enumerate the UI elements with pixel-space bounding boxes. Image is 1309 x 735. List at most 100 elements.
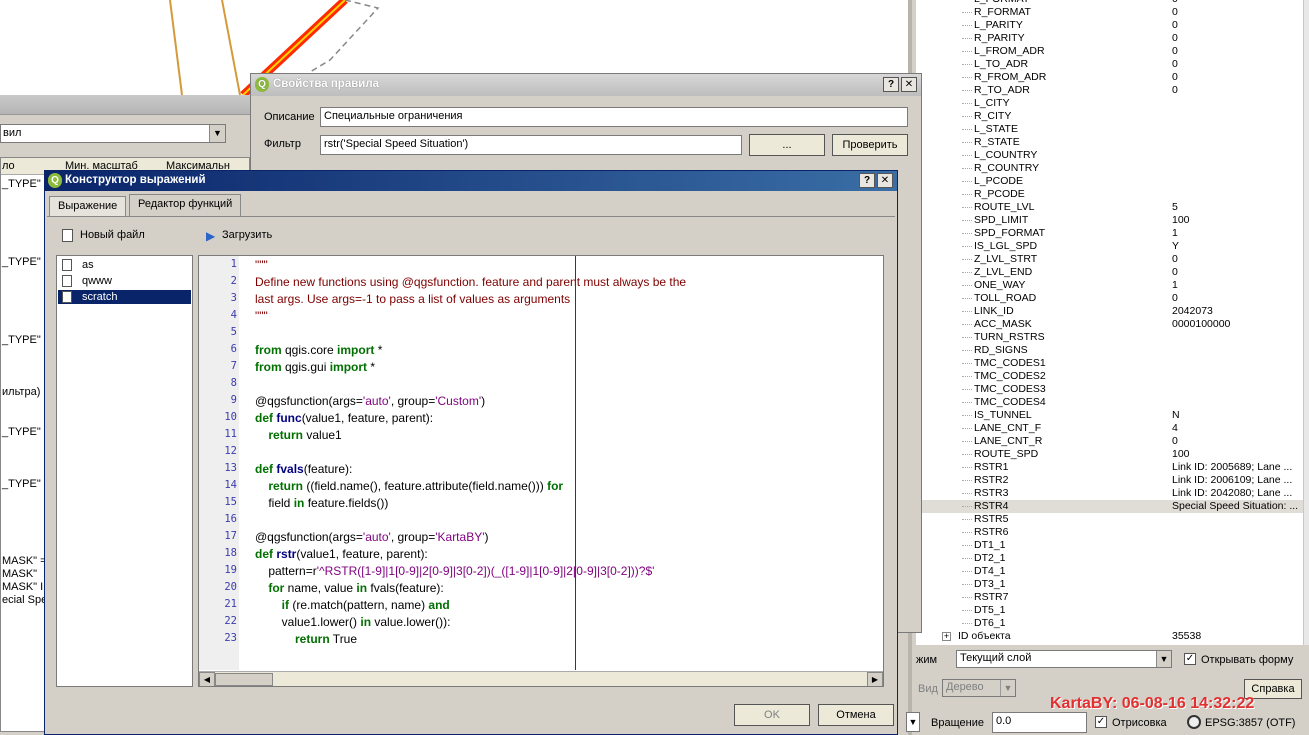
attribute-tree[interactable]: L_FORMAT0R_FORMAT0L_PARITY0R_PARITY0L_FR… bbox=[916, 0, 1309, 645]
code-line[interactable]: from qgis.gui import * bbox=[255, 360, 375, 374]
attribute-row[interactable]: R_CITY bbox=[916, 110, 1309, 123]
code-line[interactable]: def fvals(feature): bbox=[255, 462, 352, 476]
attribute-row[interactable]: IS_TUNNEL N bbox=[916, 409, 1309, 422]
attribute-row[interactable]: R_FROM_ADR 0 bbox=[916, 71, 1309, 84]
code-line[interactable]: def rstr(value1, feature, parent): bbox=[255, 547, 428, 561]
attribute-row[interactable]: L_COUNTRY bbox=[916, 149, 1309, 162]
attribute-row[interactable]: LANE_CNT_F 4 bbox=[916, 422, 1309, 435]
attribute-row[interactable]: R_STATE bbox=[916, 136, 1309, 149]
chevron-down-icon[interactable]: ▼ bbox=[1156, 651, 1171, 667]
code-line[interactable]: def func(value1, feature, parent): bbox=[255, 411, 433, 425]
attribute-row[interactable]: R_PCODE bbox=[916, 188, 1309, 201]
tab-function-editor[interactable]: Редактор функций bbox=[129, 194, 242, 217]
code-line[interactable]: return True bbox=[255, 632, 357, 646]
attribute-row[interactable]: L_STATE bbox=[916, 123, 1309, 136]
scroll-thumb[interactable] bbox=[215, 673, 273, 686]
description-input[interactable]: Специальные ограничения bbox=[320, 107, 908, 127]
function-file-list[interactable]: as qwww scratch bbox=[56, 255, 193, 687]
attribute-row[interactable]: R_TO_ADR 0 bbox=[916, 84, 1309, 97]
crs-label[interactable]: EPSG:3857 (OTF) bbox=[1205, 717, 1295, 729]
code-line[interactable]: @qgsfunction(args='auto', group='KartaBY… bbox=[255, 530, 489, 544]
attribute-row[interactable]: L_PARITY 0 bbox=[916, 19, 1309, 32]
attribute-row[interactable]: RD_SIGNS bbox=[916, 344, 1309, 357]
attribute-row[interactable]: RSTR4 Special Speed Situation: ... bbox=[916, 500, 1309, 513]
rule-cell[interactable]: _TYPE" = bbox=[2, 426, 50, 438]
code-line[interactable]: field in feature.fields()) bbox=[255, 496, 388, 510]
attribute-row[interactable]: L_CITY bbox=[916, 97, 1309, 110]
attribute-row[interactable]: RSTR3 Link ID: 2042080; Lane ... bbox=[916, 487, 1309, 500]
attribute-row[interactable]: RSTR6 bbox=[916, 526, 1309, 539]
attribute-row[interactable]: ROUTE_SPD 100 bbox=[916, 448, 1309, 461]
attribute-row[interactable]: RSTR5 bbox=[916, 513, 1309, 526]
rule-cell[interactable]: MASK" bbox=[2, 568, 37, 580]
code-line[interactable]: pattern=r'^RSTR([1-9]|1[0-9]|2[0-9]|3[0-… bbox=[255, 564, 654, 578]
attribute-row[interactable]: DT5_1 bbox=[916, 604, 1309, 617]
attribute-row[interactable]: LANE_CNT_R 0 bbox=[916, 435, 1309, 448]
rule-cell[interactable]: _TYPE" = bbox=[2, 478, 50, 490]
attribute-row[interactable]: TMC_CODES2 bbox=[916, 370, 1309, 383]
attribute-row[interactable]: RSTR2 Link ID: 2006109; Lane ... bbox=[916, 474, 1309, 487]
open-form-checkbox[interactable]: ✓ bbox=[1184, 653, 1196, 665]
attribute-row[interactable]: TOLL_ROAD 0 bbox=[916, 292, 1309, 305]
attribute-row[interactable]: R_PARITY 0 bbox=[916, 32, 1309, 45]
rule-cell[interactable]: ильтра) bbox=[2, 386, 40, 398]
attribute-row[interactable]: ONE_WAY 1 bbox=[916, 279, 1309, 292]
code-line[interactable]: """ bbox=[255, 309, 268, 323]
code-line[interactable]: if (re.match(pattern, name) and bbox=[255, 598, 450, 612]
mode-select[interactable]: Текущий слой ▼ bbox=[956, 650, 1172, 668]
attribute-row[interactable]: IS_LGL_SPD Y bbox=[916, 240, 1309, 253]
attribute-row[interactable]: TMC_CODES1 bbox=[916, 357, 1309, 370]
code-line[interactable]: Define new functions using @qgsfunction.… bbox=[255, 275, 686, 289]
code-editor[interactable]: 1 2 3 4 5 6 7 8 9 10 11 12 13 14 15 16 17 18 19 20 21 22 23 ""… bbox=[198, 255, 884, 687]
attribute-row[interactable]: R_COUNTRY bbox=[916, 162, 1309, 175]
render-checkbox[interactable]: ✓ bbox=[1095, 716, 1107, 728]
code-line[interactable]: for name, value in fvals(feature): bbox=[255, 581, 443, 595]
attribute-row[interactable]: Z_LVL_END 0 bbox=[916, 266, 1309, 279]
attribute-row[interactable]: L_PCODE bbox=[916, 175, 1309, 188]
filter-input[interactable]: rstr('Special Speed Situation') bbox=[320, 135, 742, 155]
attribute-row[interactable]: R_FORMAT 0 bbox=[916, 6, 1309, 19]
attribute-row[interactable]: DT3_1 bbox=[916, 578, 1309, 591]
column-header-label[interactable]: ло bbox=[2, 160, 15, 172]
file-list-item[interactable]: scratch bbox=[58, 290, 191, 304]
file-list-item[interactable]: as bbox=[58, 258, 191, 272]
attribute-row[interactable]: RSTR1 Link ID: 2005689; Lane ... bbox=[916, 461, 1309, 474]
code-line[interactable]: last args. Use args=-1 to pass a list of… bbox=[255, 292, 570, 306]
renderer-combo[interactable]: вил ▼ bbox=[0, 124, 226, 143]
rule-cell[interactable]: MASK" I bbox=[2, 581, 43, 593]
test-button[interactable]: Проверить bbox=[832, 134, 908, 156]
attribute-row[interactable]: DT2_1 bbox=[916, 552, 1309, 565]
help-icon[interactable]: ? bbox=[883, 77, 899, 92]
scroll-left-icon[interactable]: ◀ bbox=[199, 672, 215, 686]
ok-button[interactable]: OK bbox=[734, 704, 810, 726]
chevron-down-icon[interactable]: ▼ bbox=[1000, 680, 1015, 696]
attribute-row[interactable]: LINK_ID 2042073 bbox=[916, 305, 1309, 318]
chevron-down-icon[interactable]: ▼ bbox=[209, 125, 225, 142]
attribute-row[interactable]: L_FROM_ADR 0 bbox=[916, 45, 1309, 58]
file-list-item[interactable]: qwww bbox=[58, 274, 191, 288]
view-select[interactable]: Дерево ▼ bbox=[942, 679, 1016, 697]
expand-icon[interactable]: + bbox=[942, 632, 951, 641]
attribute-row[interactable]: DT1_1 bbox=[916, 539, 1309, 552]
code-line[interactable]: from qgis.core import * bbox=[255, 343, 382, 357]
code-line[interactable]: value1.lower() in value.lower()): bbox=[255, 615, 451, 629]
attribute-row[interactable]: DT4_1 bbox=[916, 565, 1309, 578]
attribute-row[interactable]: ROUTE_LVL 5 bbox=[916, 201, 1309, 214]
close-icon[interactable]: ✕ bbox=[901, 77, 917, 92]
crs-globe-icon[interactable] bbox=[1187, 715, 1201, 729]
rule-cell[interactable]: _TYPE" = bbox=[2, 256, 50, 268]
object-id-row[interactable]: + ID объекта 35538 bbox=[916, 630, 1309, 643]
code-line[interactable]: return value1 bbox=[255, 428, 341, 442]
attribute-row[interactable]: SPD_LIMIT 100 bbox=[916, 214, 1309, 227]
scroll-right-icon[interactable]: ▶ bbox=[867, 672, 883, 686]
attribute-row[interactable]: TMC_CODES4 bbox=[916, 396, 1309, 409]
rule-cell[interactable]: _TYPE" = bbox=[2, 178, 50, 190]
rotation-input[interactable]: 0.0 bbox=[992, 712, 1087, 733]
rule-cell[interactable]: _TYPE" = bbox=[2, 334, 50, 346]
editor-hscrollbar[interactable]: ◀ ▶ bbox=[199, 671, 883, 686]
expression-builder-button[interactable]: ... bbox=[749, 134, 825, 156]
attribute-row[interactable]: RSTR7 bbox=[916, 591, 1309, 604]
attribute-row[interactable]: Z_LVL_STRT 0 bbox=[916, 253, 1309, 266]
rule-cell[interactable]: ecial Spe bbox=[2, 594, 47, 606]
attribute-row[interactable]: TMC_CODES3 bbox=[916, 383, 1309, 396]
